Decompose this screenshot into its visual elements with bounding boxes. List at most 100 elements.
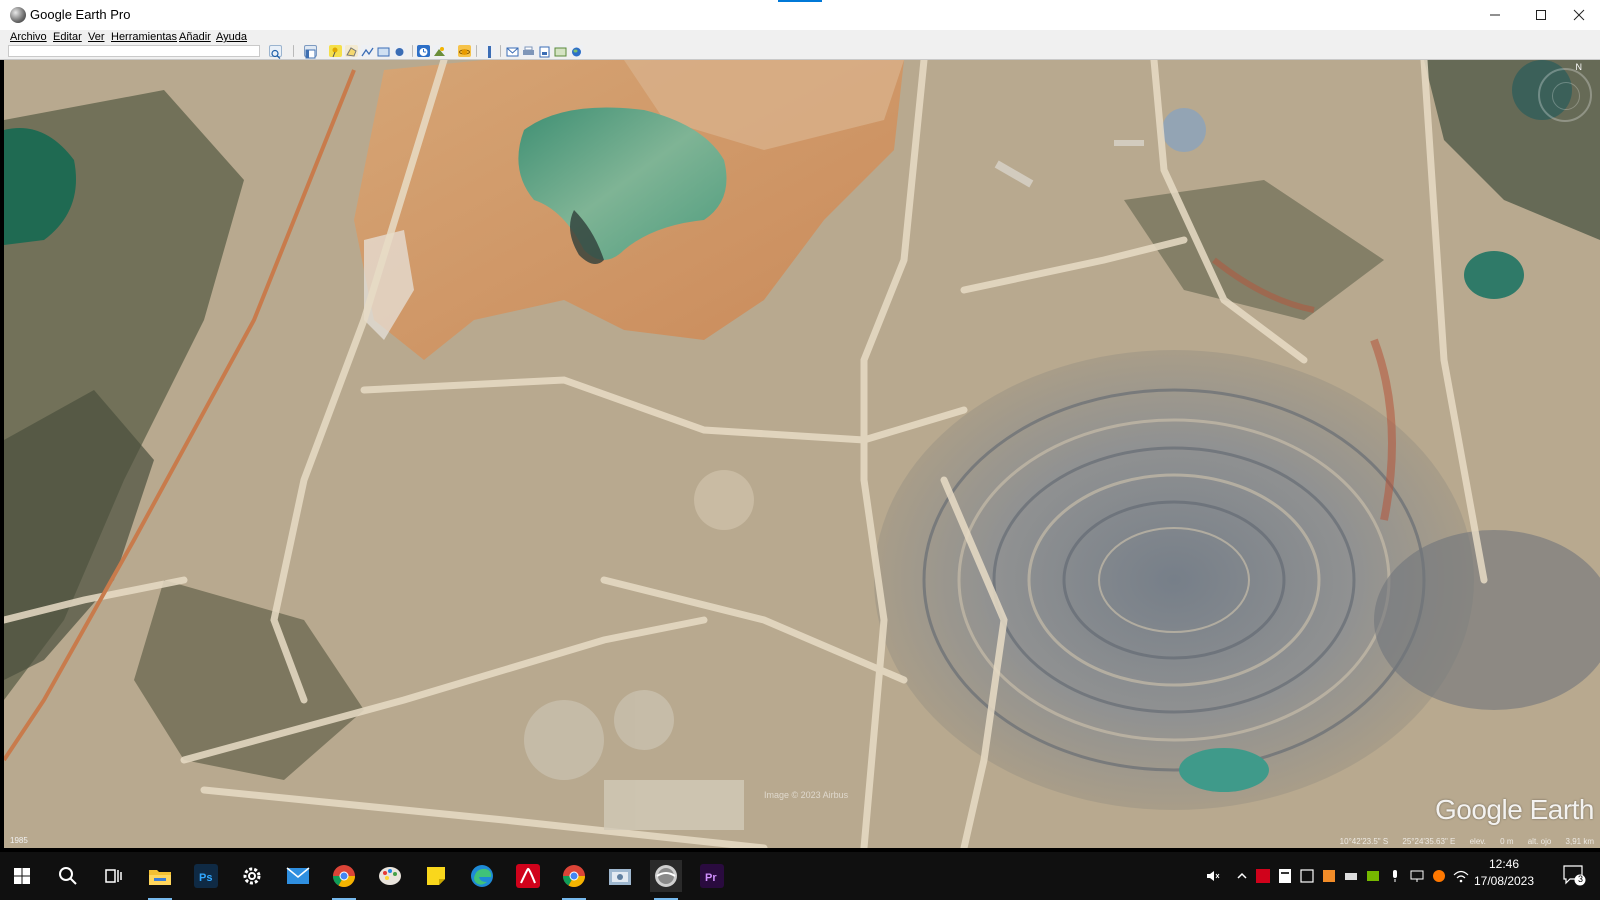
antivirus-icon bbox=[1433, 870, 1445, 882]
latitude-readout: 10°42'23.5" S bbox=[1339, 837, 1389, 846]
email-button[interactable] bbox=[506, 45, 519, 57]
tray-volume[interactable] bbox=[1204, 866, 1222, 886]
title-bar: Google Earth Pro bbox=[0, 0, 1600, 30]
envelope-icon bbox=[506, 47, 519, 57]
elevation-label: elev. bbox=[1469, 837, 1486, 846]
acrobat-icon bbox=[1256, 869, 1270, 883]
settings-button[interactable] bbox=[236, 860, 268, 892]
acrobat-button[interactable] bbox=[512, 860, 544, 892]
status-bar: 10°42'23.5" S 25°24'35.63" E elev. 0 m a… bbox=[1328, 837, 1594, 846]
map-view[interactable]: N 1985 Image © 2023 Airbus Google Earth … bbox=[4, 60, 1600, 848]
tray-app[interactable] bbox=[1276, 866, 1294, 886]
photoshop-icon: Ps bbox=[194, 864, 218, 888]
chrome-button-2[interactable] bbox=[558, 860, 590, 900]
menu-archivo[interactable]: Archivo bbox=[10, 30, 47, 44]
nvidia-icon bbox=[1367, 871, 1379, 881]
svg-text:Ps: Ps bbox=[199, 872, 212, 884]
microphone-icon bbox=[1393, 870, 1397, 882]
globe-button[interactable] bbox=[570, 45, 583, 57]
notification-center-button[interactable]: 3 bbox=[1562, 864, 1586, 886]
taskbar-search-button[interactable] bbox=[52, 860, 84, 892]
magnifier-icon bbox=[271, 49, 281, 59]
view-in-maps-button[interactable] bbox=[554, 45, 567, 57]
planets-button[interactable] bbox=[458, 45, 471, 57]
start-button[interactable] bbox=[6, 860, 38, 892]
google-earth-icon bbox=[655, 865, 677, 887]
menu-editar[interactable]: Editar bbox=[53, 30, 82, 44]
record-tour-button[interactable] bbox=[393, 45, 406, 57]
file-explorer-button[interactable] bbox=[144, 860, 176, 900]
tray-monitor[interactable] bbox=[1408, 866, 1426, 886]
document-icon bbox=[1279, 869, 1291, 883]
tray-avast[interactable] bbox=[1430, 866, 1448, 886]
taskbar-clock[interactable]: 12:46 17/08/2023 bbox=[1464, 856, 1544, 890]
add-polygon-button[interactable] bbox=[345, 45, 358, 57]
photoshop-button[interactable]: Ps bbox=[190, 860, 222, 892]
google-earth-taskbar-button[interactable] bbox=[650, 860, 682, 900]
menu-herramientas[interactable]: Herramientas bbox=[111, 30, 177, 44]
tray-square[interactable] bbox=[1298, 866, 1316, 886]
ruler-icon bbox=[488, 46, 491, 58]
premiere-icon: Pr bbox=[700, 864, 724, 888]
historical-imagery-button[interactable] bbox=[417, 45, 430, 57]
drive-icon bbox=[1345, 873, 1357, 880]
palette-icon bbox=[379, 867, 401, 885]
navigation-control[interactable] bbox=[1538, 68, 1592, 122]
title-accent bbox=[778, 0, 822, 2]
minimize-button[interactable] bbox=[1472, 0, 1518, 30]
google-earth-watermark: Google Earth bbox=[1435, 794, 1595, 825]
add-placemark-button[interactable] bbox=[329, 45, 342, 58]
polygon-icon bbox=[346, 47, 357, 57]
paint-button[interactable] bbox=[374, 860, 406, 892]
menu-bar: Archivo Editar Ver Herramientas Añadir A… bbox=[0, 30, 1600, 44]
chrome-button[interactable] bbox=[328, 860, 360, 900]
tray-orange-app[interactable] bbox=[1320, 866, 1338, 886]
record-icon bbox=[395, 48, 404, 56]
tray-acrobat[interactable] bbox=[1254, 866, 1272, 886]
menu-anadir[interactable]: Añadir bbox=[179, 30, 211, 44]
taskbar: Ps Pr 12:46 17/08/2023 3 bbox=[0, 852, 1600, 900]
clock-icon bbox=[419, 48, 428, 56]
add-image-overlay-button[interactable] bbox=[377, 45, 390, 57]
tray-nvidia[interactable] bbox=[1364, 866, 1382, 886]
add-path-button[interactable] bbox=[361, 45, 374, 57]
print-button[interactable] bbox=[522, 45, 535, 57]
task-view-button[interactable] bbox=[98, 860, 130, 892]
close-button[interactable] bbox=[1558, 0, 1600, 30]
maps-icon bbox=[554, 47, 567, 57]
sun-icon bbox=[434, 47, 445, 56]
printer-icon bbox=[523, 46, 534, 55]
svg-text:Pr: Pr bbox=[705, 872, 717, 884]
monitor-icon bbox=[1410, 870, 1424, 882]
snip-tool-button[interactable] bbox=[604, 860, 636, 892]
eye-altitude-label: alt. ojo bbox=[1527, 837, 1552, 846]
save-image-icon bbox=[539, 46, 550, 58]
sun-button[interactable] bbox=[433, 45, 446, 57]
north-indicator[interactable]: N bbox=[1576, 62, 1583, 72]
window-title: Google Earth Pro bbox=[30, 7, 131, 22]
search-input[interactable] bbox=[8, 45, 260, 57]
premiere-button[interactable]: Pr bbox=[696, 860, 728, 892]
tray-storage[interactable] bbox=[1342, 866, 1360, 886]
window-icon bbox=[1300, 869, 1314, 883]
mail-button[interactable] bbox=[282, 860, 314, 892]
show-hidden-icons[interactable] bbox=[1234, 866, 1250, 886]
menu-ayuda[interactable]: Ayuda bbox=[216, 30, 247, 44]
sticky-note-icon bbox=[427, 867, 445, 885]
chevron-up-icon bbox=[1237, 872, 1247, 879]
clock-time: 12:46 bbox=[1488, 857, 1520, 871]
save-image-button[interactable] bbox=[538, 45, 551, 58]
search-button[interactable] bbox=[269, 45, 282, 59]
globe-icon bbox=[572, 47, 581, 57]
ruler-button[interactable] bbox=[483, 45, 496, 58]
toolbar-separator bbox=[412, 45, 413, 57]
sidebar-toggle-button[interactable] bbox=[304, 45, 317, 59]
pushpin-icon bbox=[332, 47, 338, 58]
edge-button[interactable] bbox=[466, 860, 498, 892]
menu-ver[interactable]: Ver bbox=[88, 30, 105, 44]
notification-count: 3 bbox=[1577, 874, 1583, 884]
sticky-notes-button[interactable] bbox=[420, 860, 452, 892]
satellite-imagery bbox=[4, 60, 1600, 848]
maximize-icon bbox=[1536, 10, 1546, 20]
tray-microphone[interactable] bbox=[1386, 866, 1404, 886]
